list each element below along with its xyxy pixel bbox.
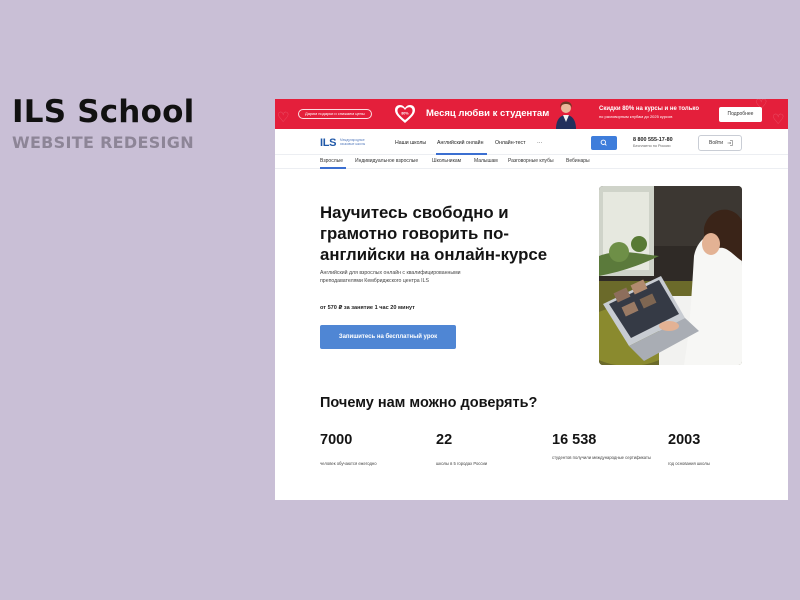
free-lesson-button[interactable]: Запишитесь на бесплатный урок xyxy=(320,325,456,349)
promo-person-image xyxy=(553,100,579,129)
heart-badge-label: 80% xyxy=(401,112,409,116)
subnav-adults[interactable]: Взрослые xyxy=(320,158,343,164)
promo-offer: Скидки 80% на курсы и не только по разго… xyxy=(599,106,699,119)
subnav-active-indicator xyxy=(320,167,346,169)
search-icon xyxy=(600,139,607,146)
case-subtitle: WEBSITE REDESIGN xyxy=(12,133,194,152)
site-header: ILS Международные языковые школы Наши шк… xyxy=(275,129,788,155)
promo-offer-line1: Скидки 80% на курсы и не только xyxy=(599,106,699,112)
stat-number: 16 538 xyxy=(552,432,597,448)
subnav-schoolchildren[interactable]: Школьникам xyxy=(432,158,461,164)
stat-item: 16 538 xyxy=(552,432,662,448)
hero-photo xyxy=(599,186,742,365)
stat-caption: студентов получили международные сертифи… xyxy=(552,455,651,460)
trust-section-title: Почему нам можно доверять? xyxy=(320,395,538,411)
promo-title: Месяц любви к студентам xyxy=(426,108,550,119)
stat-number: 7000 xyxy=(320,432,353,448)
phone-number[interactable]: 8 800 555-17-80 xyxy=(633,137,673,143)
stat-item: 7000 xyxy=(320,432,430,448)
logo-subtitle: Международные языковые школы xyxy=(340,138,366,146)
case-title: ILS School xyxy=(12,94,195,130)
heart-decor-icon: ♡ xyxy=(772,111,785,127)
promo-offer-line2: по разговорным клубам до 2025 курсов xyxy=(599,114,673,119)
hero-title: Научитесь свободно и грамотно говорить п… xyxy=(320,203,548,264)
website-mockup: ♡ ♡ ♡ Дарим подарки и снижаем цены 80% М… xyxy=(275,99,788,500)
stat-number: 2003 xyxy=(668,432,701,448)
nav-more[interactable]: ··· xyxy=(537,140,542,146)
subnav-webinars[interactable]: Вебинары xyxy=(566,158,590,164)
hero-description: Английский для взрослых онлайн с квалифи… xyxy=(320,270,461,284)
stat-caption: человек обучаются ежегодно xyxy=(320,461,377,466)
stat-item: 22 xyxy=(436,432,546,448)
hero-price: от 570 ₽ за занятие 1 час 20 минут xyxy=(320,305,415,311)
stat-item: 2003 xyxy=(668,432,778,448)
login-label: Войти xyxy=(709,140,723,146)
nav-english-online[interactable]: Английский онлайн xyxy=(437,140,483,146)
promo-gift-button[interactable]: Дарим подарки и снижаем цены xyxy=(298,109,372,119)
heart-badge-icon: 80% xyxy=(394,104,416,124)
heart-decor-icon: ♡ xyxy=(277,109,290,125)
ils-logo[interactable]: ILS xyxy=(320,137,337,149)
stat-number: 22 xyxy=(436,432,453,448)
stat-caption: год основания школы xyxy=(668,461,710,466)
subnav-speaking-clubs[interactable]: Разговорные клубы xyxy=(508,158,554,164)
audience-subnav: Взрослые Индивидуальное взрослые Школьни… xyxy=(275,155,788,169)
subnav-individual-adults[interactable]: Индивидуальное взрослые xyxy=(355,158,418,164)
login-button[interactable]: Войти xyxy=(698,135,742,151)
nav-online-test[interactable]: Онлайн-тест xyxy=(495,140,525,146)
promo-more-button[interactable]: Подробнее xyxy=(719,107,762,122)
search-button[interactable] xyxy=(591,136,617,150)
login-arrow-icon xyxy=(727,140,733,146)
phone-note: Бесплатно по России xyxy=(633,144,671,148)
subnav-toddlers[interactable]: Малышам xyxy=(474,158,498,164)
stat-caption: школы в 5 городах России xyxy=(436,461,488,466)
nav-schools[interactable]: Наши школы xyxy=(395,140,426,146)
promo-banner[interactable]: ♡ ♡ ♡ Дарим подарки и снижаем цены 80% М… xyxy=(275,99,788,129)
